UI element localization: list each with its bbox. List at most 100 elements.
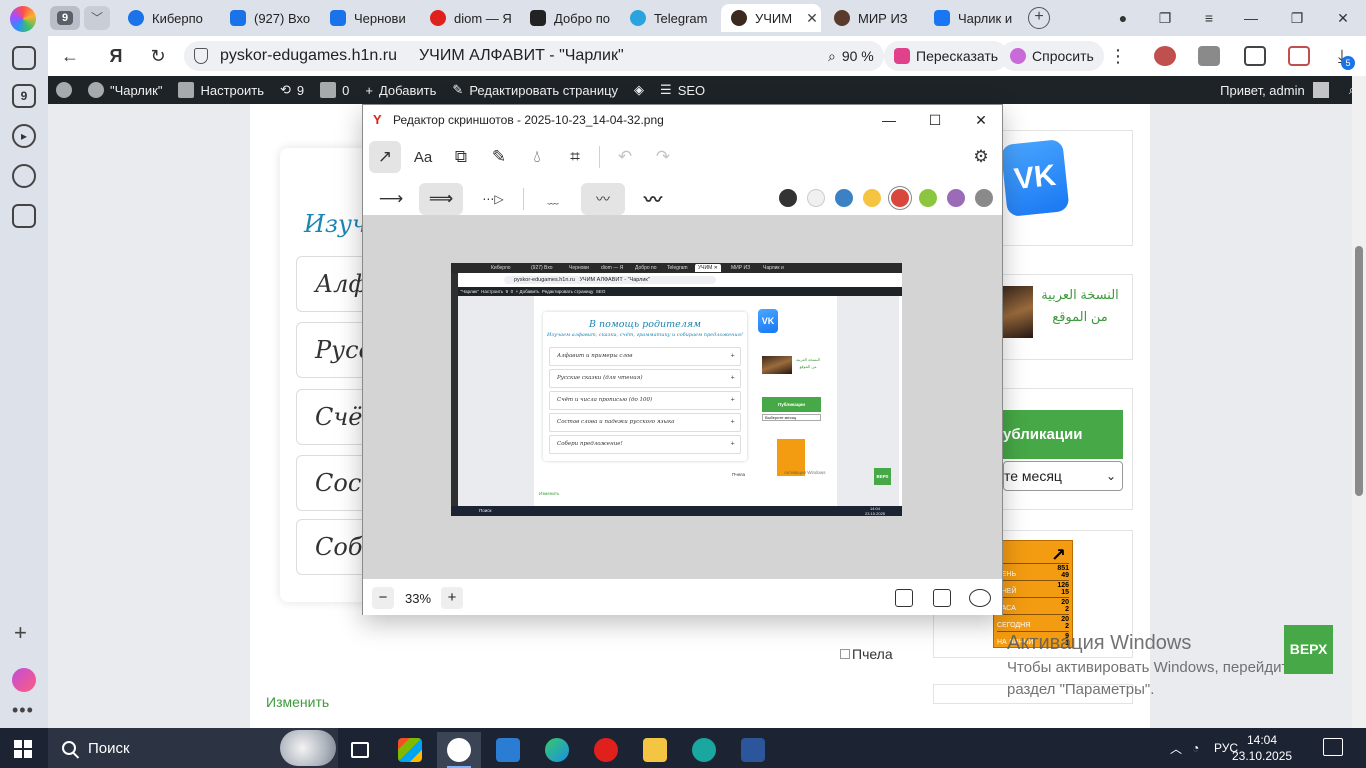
copy-to-clipboard-icon[interactable] bbox=[895, 589, 913, 607]
collections-icon[interactable]: ❐ bbox=[1152, 6, 1178, 30]
color-swatch-yellow[interactable] bbox=[863, 189, 881, 207]
edge-icon[interactable] bbox=[535, 732, 579, 768]
save-icon[interactable] bbox=[933, 589, 951, 607]
wp-customize[interactable]: Настроить bbox=[170, 76, 272, 104]
share-cloud-icon[interactable] bbox=[969, 589, 991, 607]
tab-mail-inbox[interactable]: (927) Вхо bbox=[220, 4, 318, 32]
taskbar-clock[interactable]: 14:04 23.10.2025 bbox=[1232, 732, 1292, 764]
extension-avatar-icon[interactable] bbox=[1154, 46, 1176, 66]
pen-icon[interactable]: ✎ bbox=[483, 141, 515, 173]
wp-comments[interactable]: 0 bbox=[312, 76, 357, 104]
tab-mir[interactable]: МИР ИЗ bbox=[824, 4, 922, 32]
task-view-icon[interactable] bbox=[338, 732, 382, 768]
close-window-icon[interactable]: ✕ bbox=[1330, 6, 1356, 30]
windows-start-icon[interactable] bbox=[14, 740, 32, 758]
wp-diamond[interactable]: ◈ bbox=[626, 76, 652, 104]
word-icon[interactable] bbox=[731, 732, 775, 768]
tray-chevron-up-icon[interactable]: ︿ bbox=[1170, 728, 1182, 768]
color-swatch-purple[interactable] bbox=[947, 189, 965, 207]
scrollbar-thumb[interactable] bbox=[1355, 246, 1363, 496]
settings-gear-icon[interactable]: ⚙ bbox=[965, 141, 997, 173]
tab-drafts[interactable]: Чернови bbox=[320, 4, 416, 32]
arrow-style-dotted-icon[interactable]: ⋯▷ bbox=[473, 183, 513, 215]
scroll-top-button[interactable]: ВЕРХ bbox=[1284, 625, 1333, 674]
page-scrollbar[interactable] bbox=[1352, 76, 1366, 728]
arrow-tool[interactable]: ↗ bbox=[369, 141, 401, 173]
browser-logo-icon[interactable] bbox=[10, 6, 36, 32]
wp-logo-button[interactable] bbox=[48, 76, 80, 104]
maximize-icon[interactable]: ☐ bbox=[925, 110, 945, 130]
wp-edit-page[interactable]: ✎ Редактировать страницу bbox=[444, 76, 626, 104]
text-tool[interactable]: Aa bbox=[407, 141, 439, 173]
extension-icon[interactable] bbox=[1198, 46, 1220, 66]
reload-icon[interactable]: ↻ bbox=[146, 44, 170, 68]
stroke-thin-icon[interactable]: ﹏ bbox=[533, 183, 573, 215]
vk-logo-icon[interactable]: VK bbox=[1000, 138, 1070, 218]
undo-icon[interactable]: ↶ bbox=[609, 141, 641, 173]
mail-app-icon[interactable] bbox=[486, 732, 530, 768]
redo-icon[interactable]: ↷ bbox=[647, 141, 679, 173]
yandex-home-icon[interactable]: Я bbox=[104, 44, 128, 68]
tab-kiberpo[interactable]: Киберпо bbox=[118, 4, 218, 32]
alice-icon[interactable] bbox=[12, 668, 36, 692]
arrow-style-bold-icon[interactable]: ⟹ bbox=[419, 183, 463, 215]
edit-link[interactable]: Изменить bbox=[266, 694, 329, 710]
chevron-down-icon[interactable]: ﹀ bbox=[84, 6, 110, 30]
wp-greeting[interactable]: Привет, admin bbox=[1220, 83, 1305, 98]
arrow-style-thin-icon[interactable]: ⟶ bbox=[373, 183, 409, 215]
color-swatch-blue[interactable] bbox=[835, 189, 853, 207]
store-icon[interactable] bbox=[388, 732, 432, 768]
file-explorer-icon[interactable] bbox=[633, 732, 677, 768]
tab-telegram[interactable]: Telegram bbox=[620, 4, 718, 32]
add-panel-icon[interactable]: + bbox=[14, 620, 27, 646]
retell-button[interactable]: Пересказать bbox=[884, 41, 1009, 71]
arabic-version-link[interactable]: النسخة العربية من الموقع bbox=[1040, 284, 1120, 328]
zoom-in-button[interactable]: + bbox=[441, 587, 463, 609]
color-swatch-black[interactable] bbox=[779, 189, 797, 207]
search-highlight-image[interactable] bbox=[280, 730, 336, 766]
tabs-list-icon[interactable] bbox=[12, 46, 36, 70]
restore-icon[interactable]: ❐ bbox=[1284, 6, 1310, 30]
stroke-medium-icon[interactable]: 〰 bbox=[581, 183, 625, 215]
network-icon[interactable]: ◔ bbox=[1192, 728, 1199, 768]
notifications-icon[interactable] bbox=[1323, 738, 1343, 756]
yandex-icon[interactable] bbox=[584, 732, 628, 768]
play-icon[interactable]: ▸ bbox=[12, 124, 36, 148]
tab-count-side-icon[interactable]: 9 bbox=[12, 84, 36, 108]
tab-vk[interactable]: Чарлик и bbox=[924, 4, 1024, 32]
minimize-icon[interactable]: — bbox=[879, 110, 899, 130]
wp-add-new[interactable]: + Добавить bbox=[357, 76, 444, 104]
back-button[interactable]: ← bbox=[58, 44, 82, 68]
address-bar[interactable]: pyskor-edugames.h1n.ru УЧИМ АЛФАВИТ - "Ч… bbox=[184, 41, 856, 71]
color-swatch-white[interactable] bbox=[807, 189, 825, 207]
wp-seo[interactable]: ☰ SEO bbox=[652, 76, 713, 104]
zoom-out-button[interactable]: − bbox=[372, 587, 394, 609]
minimize-icon[interactable]: — bbox=[1238, 6, 1264, 30]
tab-welcome[interactable]: Добро по bbox=[520, 4, 616, 32]
arabic-version-image[interactable] bbox=[1003, 286, 1033, 338]
crop-icon[interactable]: ⌗ bbox=[559, 141, 591, 173]
month-select[interactable]: те месяц ⌄ bbox=[1003, 461, 1123, 491]
shapes-icon[interactable]: ⧉ bbox=[445, 141, 477, 173]
menu-icon[interactable]: ≡ bbox=[1196, 6, 1222, 30]
close-icon[interactable]: ✕ bbox=[971, 110, 991, 130]
stroke-thick-icon[interactable]: 〰 bbox=[633, 183, 673, 215]
tab-active-uchim[interactable]: УЧИМ ✕ bbox=[721, 4, 821, 32]
yandex-browser-taskbar-icon[interactable] bbox=[437, 732, 481, 768]
more-icon[interactable]: ••• bbox=[12, 700, 34, 721]
color-swatch-green[interactable] bbox=[919, 189, 937, 207]
color-swatch-red[interactable] bbox=[891, 189, 909, 207]
screenshot-icon[interactable] bbox=[12, 204, 36, 228]
more-menu-icon[interactable]: ⋮ bbox=[1106, 44, 1130, 68]
history-icon[interactable] bbox=[12, 164, 36, 188]
close-tab-icon[interactable]: ✕ bbox=[806, 10, 818, 27]
wp-updates[interactable]: ⟲ 9 bbox=[272, 76, 312, 104]
color-swatch-gray[interactable] bbox=[975, 189, 993, 207]
zoom-button[interactable]: ⌕ 90 % bbox=[818, 41, 884, 71]
wp-site-name[interactable]: "Чарлик" bbox=[80, 76, 170, 104]
profile-icon[interactable]: ● bbox=[1110, 6, 1136, 30]
editor-canvas[interactable]: Киберпо (927) Вхо Чернови diom — Я Добро… bbox=[363, 215, 1002, 579]
avatar[interactable] bbox=[1312, 82, 1329, 98]
extensions-puzzle-icon[interactable] bbox=[1244, 46, 1266, 66]
tab-yandex-search[interactable]: diom — Я bbox=[420, 4, 518, 32]
